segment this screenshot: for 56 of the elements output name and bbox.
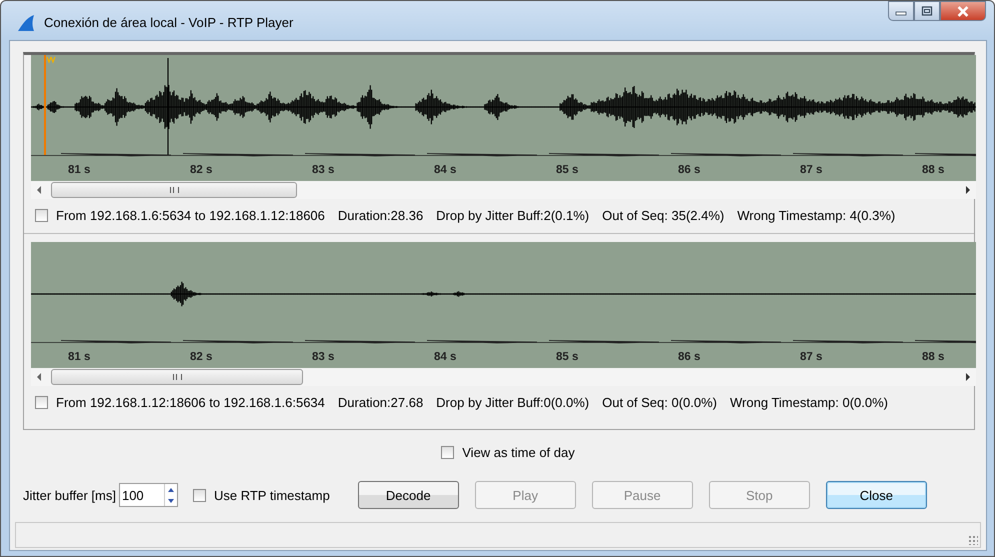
jitter-buffer-label: Jitter buffer [ms] [23, 488, 116, 502]
time-label: 88 s [921, 351, 946, 363]
stream-checkbox[interactable] [35, 208, 48, 222]
stream-info: Wrong Timestamp: 0(0.0%) [730, 394, 888, 410]
checkbox-label: Use RTP timestamp [214, 488, 330, 502]
maximize-button[interactable] [914, 1, 940, 21]
rtp-timestamp-checkbox[interactable] [192, 488, 206, 502]
scroll-thumb[interactable] [51, 182, 297, 198]
time-label: 83 s [311, 351, 336, 363]
minimize-button[interactable] [888, 1, 914, 21]
maximize-icon [921, 6, 933, 16]
time-label: 83 s [311, 164, 336, 176]
stream-info: Drop by Jitter Buff:2(0.1%) [436, 208, 590, 222]
stream-info: Wrong Timestamp: 4(0.3%) [737, 208, 896, 222]
time-label: 81 s [67, 351, 92, 363]
time-label: 86 s [677, 351, 702, 363]
close-button[interactable] [940, 1, 986, 21]
time-label: 85 s [555, 351, 580, 363]
time-label: 82 s [189, 164, 214, 176]
time-label: 85 s [555, 164, 580, 176]
spin-down-icon[interactable] [168, 498, 174, 502]
time-label: 82 s [189, 351, 214, 363]
stream-info: Duration:27.68 [338, 394, 424, 410]
window-title: Conexión de área local - VoIP - RTP Player [44, 15, 294, 30]
horizontal-scrollbar[interactable] [31, 181, 976, 199]
stream-info: Duration:28.36 [338, 208, 424, 222]
stream-info: Drop by Jitter Buff:0(0.0%) [436, 394, 590, 410]
time-label: 84 s [433, 351, 458, 363]
horizontal-scrollbar[interactable] [31, 368, 976, 386]
close-icon [956, 6, 970, 16]
spin-up-icon[interactable] [168, 488, 174, 492]
time-of-day-checkbox[interactable] [441, 446, 454, 458]
grip-icon [170, 187, 178, 193]
scroll-right-icon[interactable] [965, 373, 971, 381]
stream-info: From 192.168.1.6:5634 to 192.168.1.12:18606 [56, 208, 325, 222]
resize-grip-icon[interactable] [968, 535, 978, 545]
time-label: 88 s [921, 164, 946, 176]
stream-info: Out of Seq: 35(2.4%) [602, 208, 724, 222]
scroll-thumb[interactable] [51, 369, 303, 385]
time-label: 84 s [433, 164, 458, 176]
time-label: 87 s [799, 351, 824, 363]
scroll-left-icon[interactable] [36, 373, 42, 381]
dialog-button[interactable]: Close [826, 481, 927, 509]
grip-icon [172, 374, 182, 380]
dialog-button[interactable]: Decode [358, 481, 459, 509]
jitter-buffer-spinbox[interactable]: 100 [118, 483, 178, 507]
time-label: 81 s [67, 164, 92, 176]
fin-icon [16, 13, 36, 33]
checkbox-label: View as time of day [462, 444, 575, 460]
time-label: 86 s [677, 164, 702, 176]
stream-info: From 192.168.1.12:18606 to 192.168.1.6:5634 [56, 394, 325, 410]
stream-info: Out of Seq: 0(0.0%) [602, 394, 718, 410]
stream-checkbox[interactable] [35, 396, 48, 408]
scroll-left-icon[interactable] [36, 186, 42, 194]
scroll-right-icon[interactable] [965, 186, 971, 194]
time-label: 87 s [799, 164, 824, 176]
